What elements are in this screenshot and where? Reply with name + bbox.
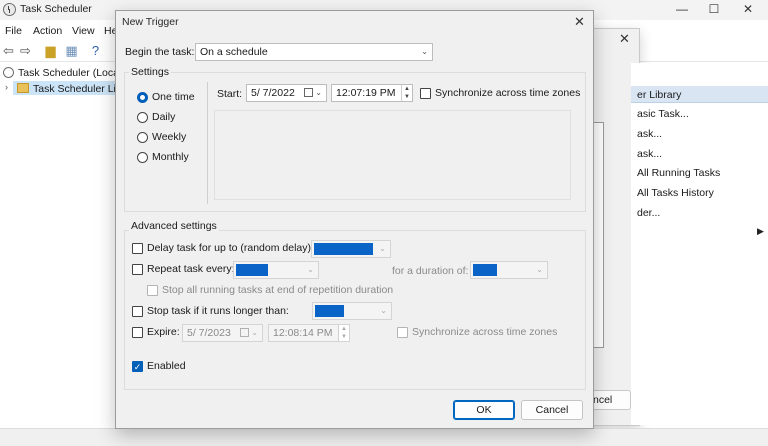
enabled-label: Enabled xyxy=(147,360,186,372)
enabled-checkbox[interactable]: ✓ xyxy=(132,361,143,372)
action-tasks-history[interactable]: All Tasks History xyxy=(637,187,714,199)
spin-up-icon[interactable]: ▲ xyxy=(338,325,349,333)
spin-up-icon[interactable]: ▲ xyxy=(401,85,412,93)
selected-text-highlight xyxy=(473,264,497,276)
begin-task-value: On a schedule xyxy=(200,46,268,58)
action-create-task[interactable]: ask... xyxy=(637,128,662,140)
action-create-basic-task[interactable]: asic Task... xyxy=(637,108,689,120)
radio-weekly[interactable] xyxy=(137,132,148,143)
expire-sync-checkbox[interactable] xyxy=(397,327,408,338)
expire-time-field[interactable]: 12:08:14 PM ▲ ▼ xyxy=(268,324,350,342)
sync-timezones-checkbox[interactable] xyxy=(420,88,431,99)
delay-task-label: Delay task for up to (random delay): xyxy=(147,242,314,254)
repeat-interval-select[interactable]: ⌄ xyxy=(233,261,319,279)
advanced-settings-title: Advanced settings xyxy=(129,220,219,232)
expire-sync-label: Synchronize across time zones xyxy=(412,326,558,338)
begin-task-label: Begin the task: xyxy=(125,46,195,58)
clock-icon xyxy=(3,3,16,16)
radio-monthly-label: Monthly xyxy=(152,151,189,163)
folder-up-icon[interactable]: ▆ xyxy=(43,43,58,58)
chevron-down-icon: ⌄ xyxy=(315,88,322,97)
delay-task-checkbox[interactable] xyxy=(132,243,143,254)
cancel-button[interactable]: Cancel xyxy=(521,400,583,420)
repeat-task-label: Repeat task every: xyxy=(147,263,235,275)
expire-label: Expire: xyxy=(147,326,180,338)
stop-task-checkbox[interactable] xyxy=(132,306,143,317)
start-time-value: 12:07:19 PM xyxy=(336,87,396,99)
stop-task-duration-select[interactable]: ⌄ xyxy=(312,302,392,320)
spin-down-icon[interactable]: ▼ xyxy=(401,93,412,101)
console-tree xyxy=(0,63,115,423)
chevron-down-icon: ⌄ xyxy=(379,244,386,253)
menu-view[interactable]: View xyxy=(72,25,95,37)
selected-text-highlight xyxy=(314,243,373,255)
expire-time-value: 12:08:14 PM xyxy=(273,327,333,339)
stop-running-tasks-checkbox[interactable] xyxy=(147,285,158,296)
start-label: Start: xyxy=(217,88,243,100)
start-date-value: 5/ 7/2022 xyxy=(251,87,295,99)
actions-header-label: er Library xyxy=(637,89,682,101)
radio-one-time-label: One time xyxy=(152,91,195,103)
folder-icon xyxy=(17,83,29,93)
repeat-duration-select[interactable]: ⌄ xyxy=(470,261,548,279)
chevron-down-icon: ⌄ xyxy=(536,265,543,274)
action-display-running-tasks[interactable]: All Running Tasks xyxy=(637,167,720,179)
settings-title: Settings xyxy=(129,66,171,78)
close-icon[interactable]: ✕ xyxy=(740,2,756,16)
action-new-folder[interactable]: der... xyxy=(637,207,660,219)
help-icon[interactable]: ? xyxy=(88,43,103,58)
show-hide-tree-icon[interactable]: ▦ xyxy=(64,43,79,58)
radio-daily-label: Daily xyxy=(152,111,176,123)
status-bar xyxy=(0,428,768,446)
chevron-down-icon: ⌄ xyxy=(380,306,387,315)
calendar-icon xyxy=(304,88,313,97)
expire-checkbox[interactable] xyxy=(132,327,143,338)
radio-monthly[interactable] xyxy=(137,152,148,163)
start-date-picker[interactable]: 5/ 7/2022 ⌄ xyxy=(246,84,327,102)
radio-one-time[interactable] xyxy=(137,92,148,103)
app-title: Task Scheduler xyxy=(20,3,92,15)
chevron-down-icon: ⌄ xyxy=(251,328,258,337)
forward-arrow-icon[interactable]: ⇨ xyxy=(18,43,33,58)
radio-weekly-label: Weekly xyxy=(152,131,187,143)
menu-action[interactable]: Action xyxy=(33,25,62,37)
spin-down-icon[interactable]: ▼ xyxy=(338,333,349,341)
minimize-icon[interactable]: — xyxy=(674,2,690,16)
chevron-down-icon: ⌄ xyxy=(307,265,314,274)
chevron-right-icon[interactable]: › xyxy=(5,82,8,92)
radio-daily[interactable] xyxy=(137,112,148,123)
stop-task-label: Stop task if it runs longer than: xyxy=(147,305,289,317)
tree-item-task-scheduler-local[interactable]: Task Scheduler (Local) xyxy=(18,67,125,79)
repeat-task-checkbox[interactable] xyxy=(132,264,143,275)
dialog-title: New Trigger xyxy=(122,16,179,28)
recurrence-panel xyxy=(214,110,571,200)
delay-duration-select[interactable]: ⌄ xyxy=(311,240,391,258)
submenu-arrow-icon[interactable]: ▶ xyxy=(757,226,764,237)
cancel-button[interactable]: ncel xyxy=(590,390,631,410)
maximize-icon[interactable]: ☐ xyxy=(706,2,722,16)
menu-file[interactable]: File xyxy=(5,25,22,37)
expire-date-picker[interactable]: 5/ 7/2023 ⌄ xyxy=(182,324,263,342)
ok-button[interactable]: OK xyxy=(453,400,515,420)
close-icon[interactable]: ✕ xyxy=(574,14,585,30)
stop-running-tasks-label: Stop all running tasks at end of repetit… xyxy=(162,284,394,296)
clock-icon xyxy=(3,67,14,78)
close-icon[interactable]: ✕ xyxy=(619,31,630,47)
settings-divider xyxy=(207,82,208,204)
action-import-task[interactable]: ask... xyxy=(637,148,662,160)
chevron-down-icon: ⌄ xyxy=(421,47,428,56)
selected-text-highlight xyxy=(315,305,344,317)
back-arrow-icon[interactable]: ⇦ xyxy=(1,43,16,58)
start-time-field[interactable]: 12:07:19 PM ▲ ▼ xyxy=(331,84,413,102)
expire-date-value: 5/ 7/2023 xyxy=(187,327,231,339)
selected-text-highlight xyxy=(236,264,268,276)
sync-timezones-label: Synchronize across time zones xyxy=(435,87,581,99)
duration-label: for a duration of: xyxy=(392,265,469,277)
begin-task-select[interactable]: On a schedule ⌄ xyxy=(195,43,433,61)
calendar-icon xyxy=(240,328,249,337)
